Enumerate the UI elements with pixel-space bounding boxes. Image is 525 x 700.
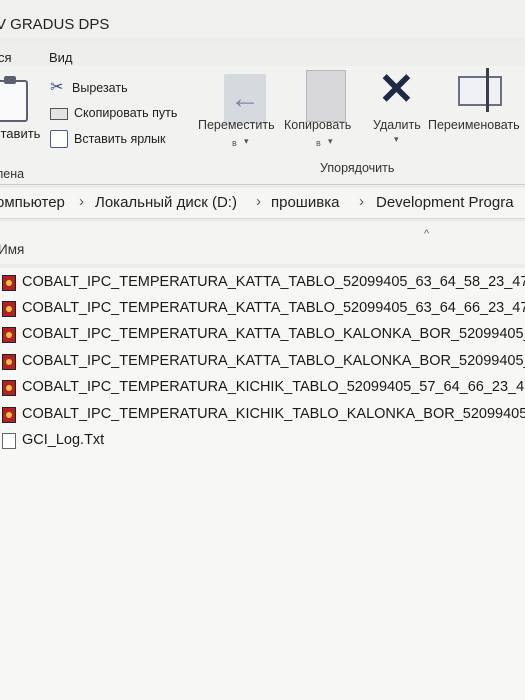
tab-share[interactable]: ся (0, 50, 12, 65)
column-name[interactable]: Имя (0, 242, 24, 257)
scissors-icon: ✂ (50, 79, 64, 96)
firmware-file-icon (2, 354, 16, 370)
chevron-right-icon[interactable]: › (256, 193, 261, 210)
address-bar[interactable]: омпьютер › Локальный диск (D:) › прошивк… (0, 188, 525, 219)
paste-button[interactable]: ставить (0, 126, 40, 141)
list-item[interactable]: COBALT_IPC_TEMPERATURA_KATTA_TABLO_52099… (0, 298, 525, 320)
delete-dropdown-icon[interactable]: ▾ (394, 134, 399, 145)
file-name: COBALT_IPC_TEMPERATURA_KICHIK_TABLO_5209… (22, 379, 525, 395)
move-to-button[interactable]: Переместить (198, 118, 275, 132)
move-to-sublabel: в (232, 138, 237, 148)
organize-group-label: Упорядочить (320, 161, 395, 175)
copy-path-button[interactable]: Скопировать путь (50, 103, 177, 123)
file-name: GCI_Log.Txt (22, 432, 105, 448)
breadcrumb-local-disk[interactable]: Локальный диск (D:) (95, 194, 237, 211)
clipboard-icon[interactable] (0, 76, 28, 122)
rename-button[interactable]: Переименовать (428, 118, 520, 132)
list-item[interactable]: GCI_Log.Txt (0, 430, 525, 452)
file-name: COBALT_IPC_TEMPERATURA_KATTA_TABLO_KALON… (22, 353, 525, 369)
file-name: COBALT_IPC_TEMPERATURA_KATTA_TABLO_KALON… (22, 326, 525, 342)
firmware-file-icon (2, 275, 16, 291)
delete-icon[interactable]: ✕ (378, 68, 415, 112)
chevron-right-icon[interactable]: › (79, 193, 84, 210)
list-item[interactable]: COBALT_IPC_TEMPERATURA_KICHIK_TABLO_KALO… (0, 404, 525, 426)
file-list: COBALT_IPC_TEMPERATURA_KATTA_TABLO_52099… (0, 268, 525, 700)
file-name: COBALT_IPC_TEMPERATURA_KATTA_TABLO_52099… (22, 274, 525, 290)
window-title: V GRADUS DPS (0, 16, 110, 33)
list-item[interactable]: COBALT_IPC_TEMPERATURA_KATTA_TABLO_KALON… (0, 351, 525, 373)
shortcut-icon (50, 130, 68, 148)
breadcrumb-computer[interactable]: омпьютер (0, 194, 65, 211)
paste-shortcut-label: Вставить ярлык (74, 132, 166, 146)
paste-shortcut-button[interactable]: Вставить ярлык (50, 129, 166, 149)
list-item[interactable]: COBALT_IPC_TEMPERATURA_KATTA_TABLO_52099… (0, 272, 525, 294)
delete-button[interactable]: Удалить (373, 118, 421, 132)
column-header: ^ Имя (0, 222, 525, 264)
breadcrumb-firmware[interactable]: прошивка (271, 194, 339, 211)
tab-view[interactable]: Вид (49, 50, 73, 65)
firmware-file-icon (2, 327, 16, 343)
cut-label: Вырезать (72, 81, 128, 95)
copy-to-dropdown-icon[interactable]: ▾ (328, 136, 333, 147)
move-to-icon[interactable] (224, 74, 266, 124)
rename-icon[interactable] (458, 68, 502, 112)
firmware-file-icon (2, 301, 16, 317)
file-name: COBALT_IPC_TEMPERATURA_KICHIK_TABLO_KALO… (22, 406, 525, 422)
text-file-icon (2, 433, 16, 449)
ribbon-tabs: ся Вид (0, 42, 525, 66)
breadcrumb-development[interactable]: Development Progra (376, 194, 514, 211)
move-to-dropdown-icon[interactable]: ▾ (244, 136, 249, 147)
copy-path-icon (50, 108, 68, 120)
file-name: COBALT_IPC_TEMPERATURA_KATTA_TABLO_52099… (22, 300, 525, 316)
clipboard-group-label: лена (0, 167, 25, 181)
chevron-right-icon[interactable]: › (359, 193, 364, 210)
firmware-file-icon (2, 380, 16, 396)
firmware-file-icon (2, 407, 16, 423)
cut-button[interactable]: ✂ Вырезать (50, 78, 128, 98)
list-item[interactable]: COBALT_IPC_TEMPERATURA_KATTA_TABLO_KALON… (0, 324, 525, 346)
copy-path-label: Скопировать путь (74, 106, 178, 120)
copy-to-button[interactable]: Копировать (284, 118, 351, 132)
title-bar: V GRADUS DPS (0, 0, 525, 38)
copy-to-sublabel: в (316, 138, 321, 148)
sort-up-icon[interactable]: ^ (424, 228, 429, 240)
list-item[interactable]: COBALT_IPC_TEMPERATURA_KICHIK_TABLO_5209… (0, 377, 525, 399)
copy-to-icon[interactable] (306, 70, 346, 122)
